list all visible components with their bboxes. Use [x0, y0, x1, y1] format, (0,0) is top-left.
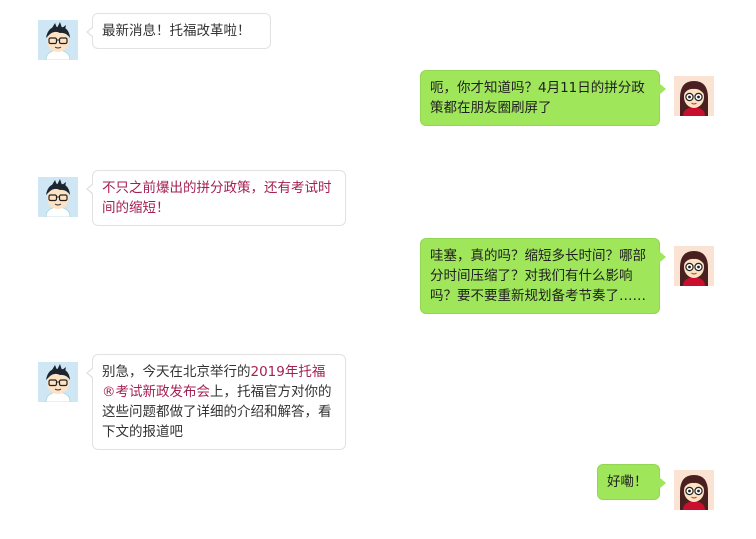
message-text: 最新消息！托福改革啦！ — [102, 23, 251, 39]
boy-avatar — [38, 177, 78, 217]
message-text: 哇塞，真的吗？缩短多长时间？哪部分时间压缩了？对我们有什么影响吗？要不要重新规划… — [430, 248, 646, 304]
message-bubble: 呃，你才知道吗？4月11日的拼分政策都在朋友圈刷屏了 — [420, 70, 666, 126]
message-text: 不只之前爆出的拼分政策，还有考试时间的缩短！ — [102, 180, 332, 216]
message-bubble: 不只之前爆出的拼分政策，还有考试时间的缩短！ — [86, 170, 346, 226]
message-text: 好嘞！ — [607, 474, 648, 490]
girl-avatar — [674, 470, 714, 510]
message-text: 呃，你才知道吗？4月11日的拼分政策都在朋友圈刷屏了 — [430, 80, 645, 116]
message-bubble: 最新消息！托福改革啦！ — [86, 13, 271, 49]
boy-avatar — [38, 20, 78, 60]
message-bubble: 哇塞，真的吗？缩短多长时间？哪部分时间压缩了？对我们有什么影响吗？要不要重新规划… — [420, 238, 666, 314]
girl-avatar — [674, 76, 714, 116]
message-text-before: 别急，今天在北京举行的 — [102, 364, 251, 380]
message-bubble: 别急，今天在北京举行的2019年托福®考试新政发布会上，托福官方对你的这些问题都… — [86, 354, 346, 450]
message-bubble: 好嘞！ — [597, 464, 666, 500]
boy-avatar — [38, 362, 78, 402]
girl-avatar — [674, 246, 714, 286]
